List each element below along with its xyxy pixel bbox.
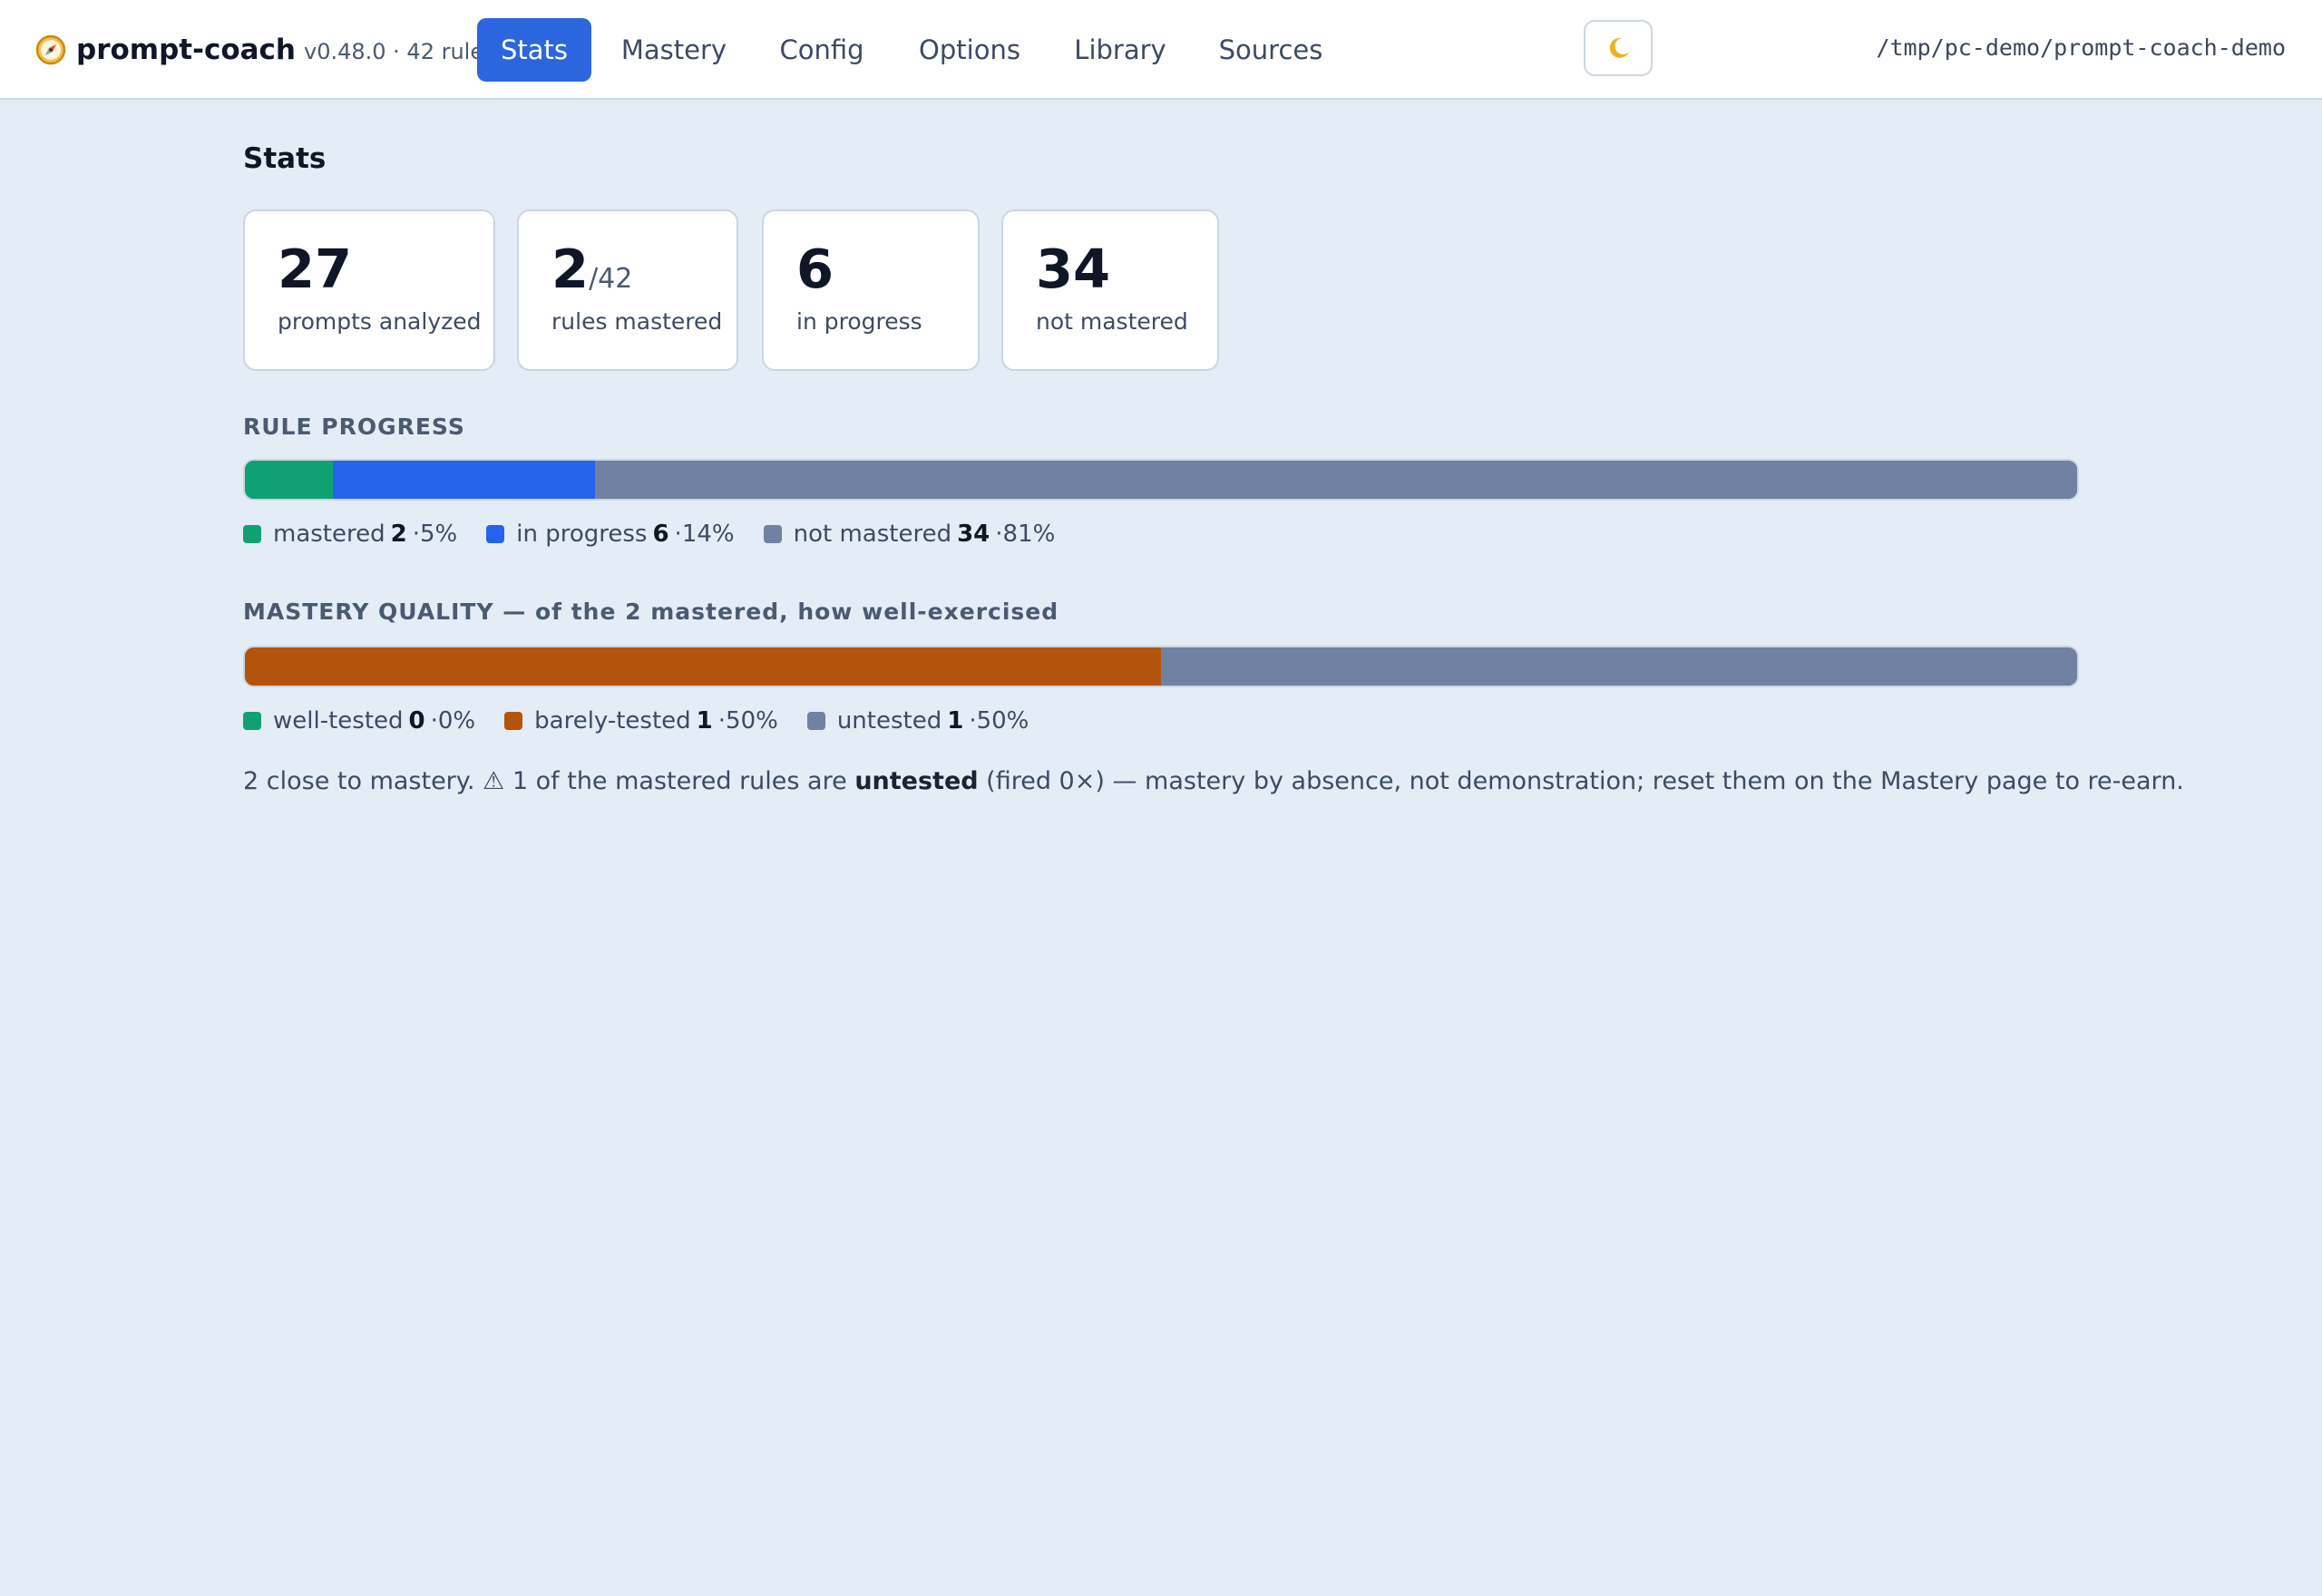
mastery-quality-heading: MASTERY QUALITY — of the 2 mastered, how… [243,598,1059,625]
tab-mastery[interactable]: Mastery [617,18,731,82]
stat-card-in-progress: 6 in progress [762,209,980,371]
stat-card-prompts-analyzed: 27 prompts analyzed [243,209,495,371]
tab-config[interactable]: Config [767,18,876,82]
mastery-quality-legend: well-tested 0 · 0% barely-tested 1 · 50% unt… [243,707,1058,735]
brand[interactable]: prompt-coach v0.48.0 · 42 rules [34,27,495,73]
stat-label: prompts analyzed [278,308,482,335]
bar-segment-not-mastered [594,461,2077,499]
bar-segment-in-progress [332,461,595,499]
stat-value: 27 [278,238,353,300]
legend-swatch [763,525,782,543]
top-nav-bar: prompt-coach v0.48.0 · 42 rules Stats Ma… [0,0,2322,100]
stat-value: 2/42 [551,238,633,300]
bar-segment-mastered [245,461,333,499]
legend-swatch [243,712,261,730]
tab-sources[interactable]: Sources [1214,18,1328,82]
stat-card-not-mastered: 34 not mastered [1001,209,1219,371]
page-title: Stats [243,142,327,175]
legend-item-barely-tested: barely-tested 1 · 50% [504,707,778,735]
stat-label: in progress [796,308,922,335]
app-name: prompt-coach [76,34,296,66]
project-path: /tmp/pc-demo/prompt-coach-demo [1876,34,2286,61]
legend-item-well-tested: well-tested 0 · 0% [243,707,475,735]
tab-stats[interactable]: Stats [477,18,591,82]
moon-icon [1609,37,1629,58]
stat-value: 6 [796,238,834,300]
stat-value: 34 [1036,238,1111,300]
legend-item-mastered: mastered 2 · 5% [243,521,457,548]
bar-segment-barely-tested [245,647,1161,686]
rule-progress-legend: mastered 2 · 5% in progress 6 · 14% not mast… [243,521,1084,548]
legend-item-untested: untested 1 · 50% [806,707,1029,735]
mastery-quality-bar [243,646,2079,687]
rule-progress-bar [243,459,2079,501]
version-rules-count: v0.48.0 · 42 rules [304,39,495,64]
bar-segment-untested [1161,647,2077,686]
legend-swatch [806,712,825,730]
stat-label: rules mastered [551,308,723,335]
tab-library[interactable]: Library [1063,18,1177,82]
stat-card-rules-mastered: 2/42 rules mastered [517,209,738,371]
mastery-note: 2 close to mastery. ⚠ 1 of the mastered … [243,767,2184,795]
rule-progress-heading: RULE PROGRESS [243,414,465,440]
stat-label: not mastered [1036,308,1188,335]
legend-item-in-progress: in progress 6 · 14% [486,521,735,548]
compass-icon [35,34,66,65]
theme-toggle-button[interactable] [1584,20,1653,76]
legend-swatch [486,525,505,543]
legend-swatch [243,525,261,543]
tab-options[interactable]: Options [912,18,1027,82]
legend-swatch [504,712,523,730]
legend-item-not-mastered: not mastered 34 · 81% [763,521,1055,548]
